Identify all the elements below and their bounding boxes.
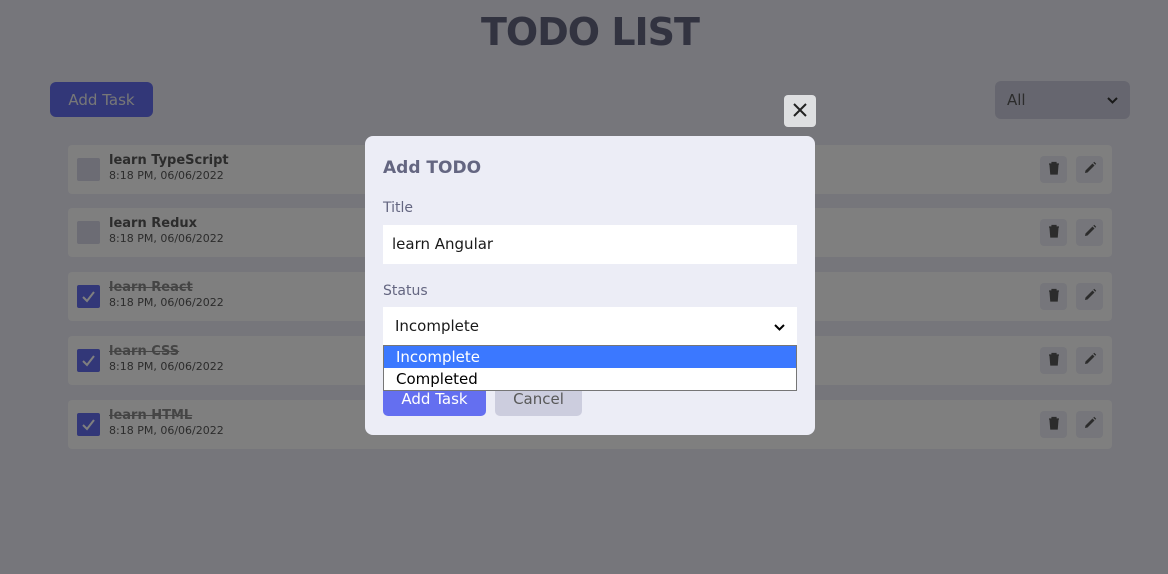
- status-label: Status: [383, 283, 428, 299]
- title-input[interactable]: learn Angular: [383, 225, 797, 264]
- title-label: Title: [383, 200, 414, 216]
- status-dropdown-list: Incomplete Completed: [383, 345, 797, 391]
- status-select[interactable]: Incomplete: [383, 307, 797, 345]
- close-icon: [793, 102, 807, 121]
- chevron-down-icon: [774, 317, 785, 335]
- status-option-incomplete[interactable]: Incomplete: [384, 346, 796, 368]
- modal-title: Add TODO: [383, 158, 482, 178]
- submit-label: Add Task: [401, 390, 468, 408]
- status-option-completed[interactable]: Completed: [384, 368, 796, 390]
- cancel-label: Cancel: [513, 390, 564, 408]
- close-button[interactable]: [784, 95, 816, 127]
- status-value: Incomplete: [395, 317, 479, 335]
